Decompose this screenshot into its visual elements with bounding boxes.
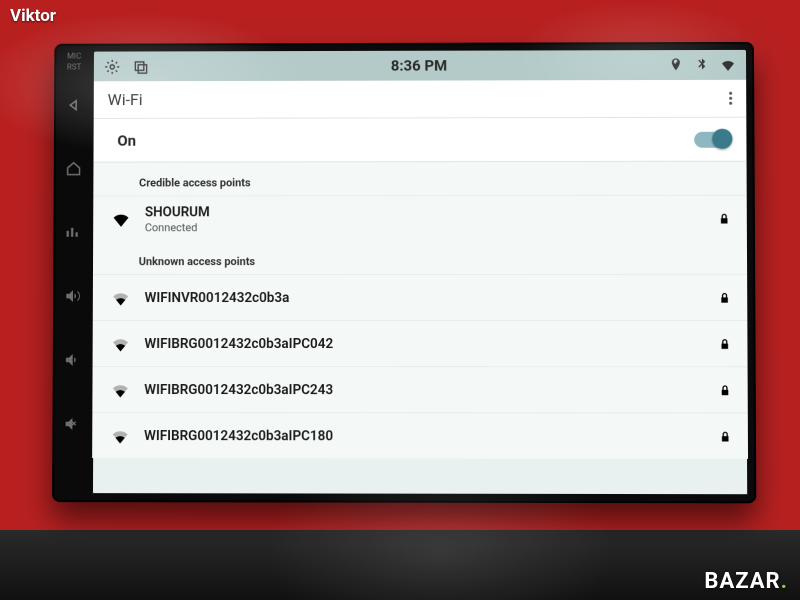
watermark-site: BAZAR. [704,569,788,594]
wifi-signal-icon [111,333,131,353]
status-bar: 8:36 PM [94,50,746,81]
table-surface [0,530,800,600]
network-name: WIFIBRG0012432c0b3aIPC042 [144,335,704,351]
bezel-label-mic: MIC [67,52,81,61]
lock-icon [719,430,732,443]
wifi-signal-icon [111,288,131,308]
network-name: SHOURUM [145,203,704,220]
headunit-device: MIC RST 8:36 PM Wi-Fi On [52,42,756,503]
location-icon [668,57,684,73]
bezel-eq-button[interactable] [55,200,91,264]
section-header-credible: Credible access points [93,162,746,196]
network-status: Connected [145,220,704,233]
vol-up-icon [64,287,82,305]
section-header-unknown: Unknown access points [93,241,747,274]
overflow-menu-button[interactable] [729,90,732,107]
gear-icon[interactable] [104,58,121,75]
bezel-label-rst: RST [67,63,81,72]
wifi-signal-icon [111,209,131,229]
wifi-master-toggle-row[interactable]: On [93,118,746,163]
wifi-signal-icon [110,425,130,445]
network-row[interactable]: WIFIBRG0012432c0b3aIPC042 [93,320,748,366]
title-bar: Wi-Fi [94,80,747,119]
wifi-status-icon [720,57,736,73]
network-row[interactable]: SHOURUM Connected [93,195,747,242]
network-row[interactable]: WIFIBRG0012432c0b3aIPC243 [92,366,747,413]
lock-icon [718,212,731,225]
network-name: WIFIBRG0012432c0b3aIPC243 [144,381,704,397]
mute-icon [63,415,81,433]
back-icon [65,96,83,114]
watermark-author: Viktor [10,6,56,26]
lock-icon [718,337,731,350]
status-time: 8:36 PM [391,57,447,75]
lock-icon [718,383,731,396]
bezel-back-button[interactable] [56,73,92,137]
network-name: WIFIBRG0012432c0b3aIPC180 [144,428,705,445]
bezel-left: MIC RST [52,44,94,502]
home-icon [65,160,83,178]
wifi-signal-icon [110,379,130,399]
network-row[interactable]: WIFIBRG0012432c0b3aIPC180 [92,412,748,459]
bezel-vol-down-button[interactable] [55,328,91,392]
lock-icon [718,291,731,304]
network-list[interactable]: Credible access points SHOURUM Connected… [92,162,748,459]
network-name: WIFINVR0012432c0b3a [145,289,704,305]
multitask-icon[interactable] [133,58,150,75]
bluetooth-icon [694,57,710,73]
vol-down-icon [64,351,82,369]
wifi-toggle-label: On [117,131,136,149]
bezel-mute-button[interactable] [54,392,90,456]
eq-icon [64,223,82,241]
page-title: Wi-Fi [108,90,143,109]
bezel-vol-up-button[interactable] [55,264,91,328]
network-row[interactable]: WIFINVR0012432c0b3a [93,274,748,320]
screen: 8:36 PM Wi-Fi On Credible access points … [92,50,748,495]
wifi-toggle-switch[interactable] [694,131,730,147]
bezel-home-button[interactable] [56,137,92,201]
